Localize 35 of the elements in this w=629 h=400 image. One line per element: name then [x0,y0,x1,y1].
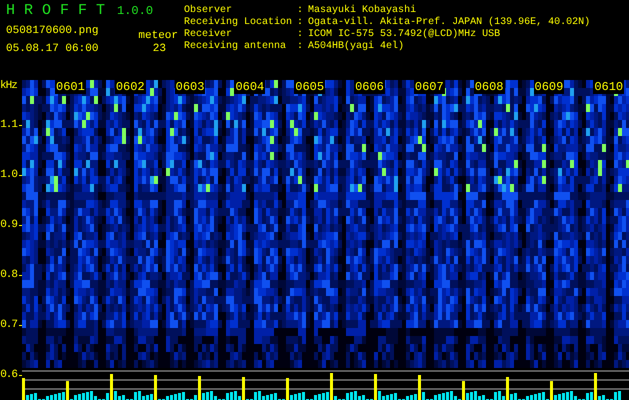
frequency-label: 0.6 [0,369,17,381]
app-name: H R O F F T [6,2,106,19]
info-value: Masayuki Kobayashi [308,5,418,16]
time-label: 0605 [294,80,326,94]
frequency-label: 0.7 [0,319,17,331]
info-separator: : [297,29,304,41]
info-label: Receiving antenna [184,41,288,53]
info-value: ICOM IC-575 53.7492(@LCD)MHz USB [308,29,502,40]
time-label: 0601 [55,80,86,94]
time-label: 0602 [114,80,146,94]
frequency-label: 0.8 [0,269,17,281]
time-label: 0607 [414,80,445,94]
time-label: 0603 [174,80,206,94]
info-separator: : [297,17,304,29]
time-label: 0609 [534,80,564,94]
frequency-label: 1.0 [0,169,17,181]
info-label: Receiving Location [184,17,292,28]
frequency-label: 1.1 [0,119,17,131]
info-separator: : [297,5,304,17]
info-separator: : [297,41,304,53]
info-label: Receiver [184,29,234,40]
timestamp: 05.08.17 06:00 [6,43,98,55]
time-label: 0606 [354,80,385,94]
meteor-count: 23 [152,43,167,55]
frequency-label: 0.9 [0,219,17,231]
info-value: Ogata-vill. Akita-Pref. JAPAN (139.96E, 40.02N) [308,17,590,28]
meteor-label: meteor [138,30,178,42]
axis-unit: kHz [0,80,17,92]
time-label: 0604 [234,80,266,94]
time-label: 0610 [593,80,624,94]
time-label: 0608 [474,80,504,94]
version-label: 1.0.0 [117,4,154,18]
info-value: A504HB(yagi 4el) [308,41,406,53]
file-name: 0508170600.png [6,25,98,37]
info-label: Observer [184,5,234,16]
